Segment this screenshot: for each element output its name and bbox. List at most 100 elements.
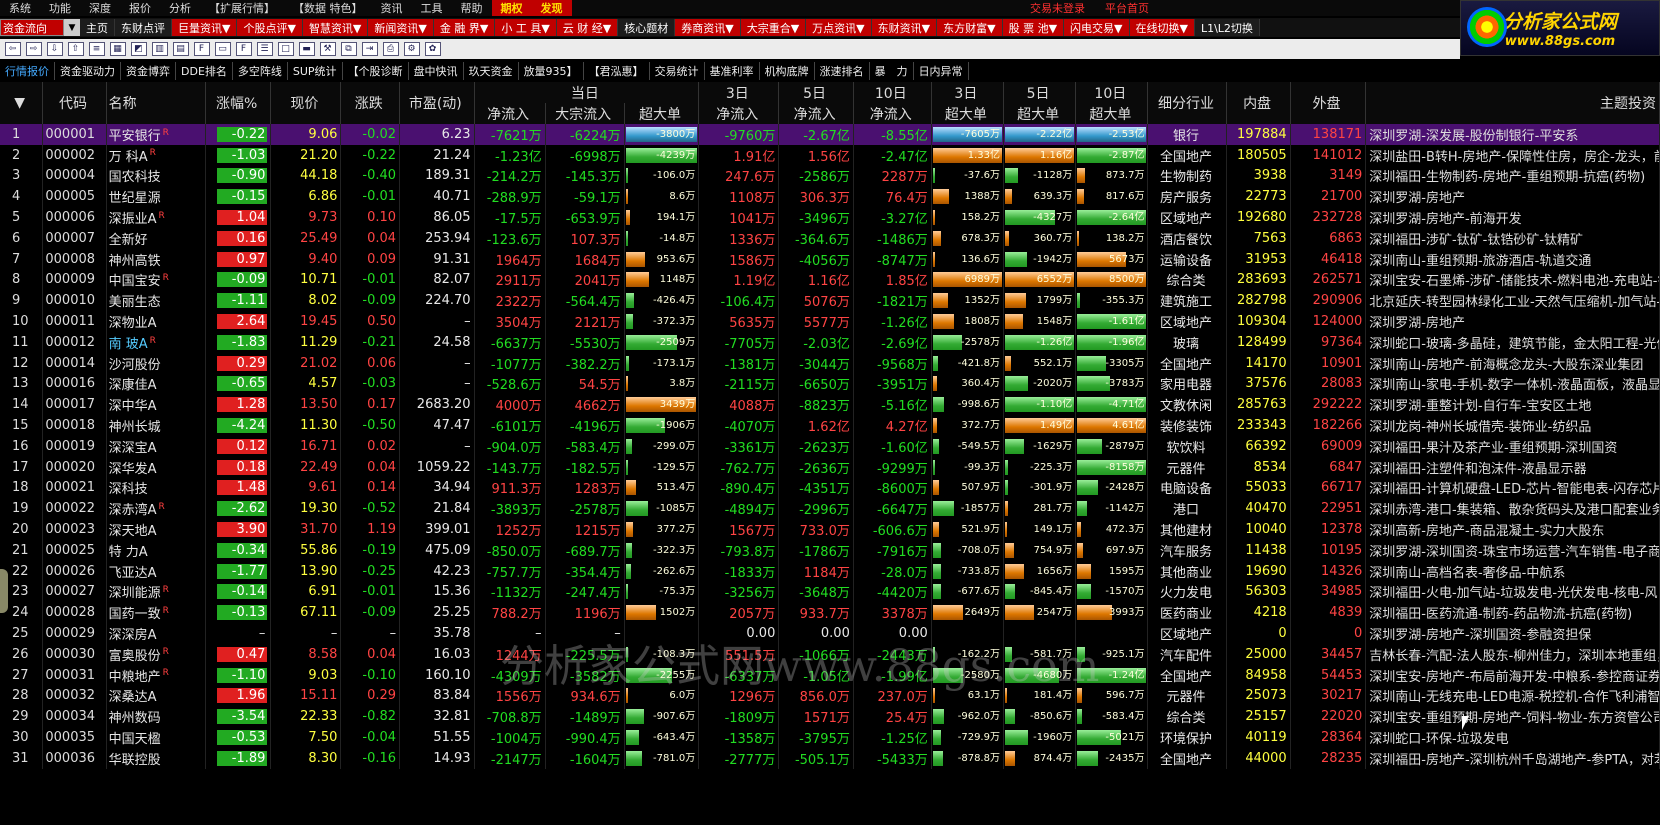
nav-item-15[interactable]: 股 票 池▼ — [1002, 19, 1065, 36]
nav-item-8[interactable]: 云 财 经▼ — [556, 19, 619, 36]
table-row[interactable]: 25 000029 深深房A – – –35.78– –0.00 0.00 0.00 区域地产 0 0… — [0, 623, 1660, 644]
down-icon[interactable]: ⇩ — [46, 42, 63, 56]
col-industry[interactable]: 细分行业 — [1147, 82, 1228, 124]
stock-name[interactable]: 中国宝安 R — [106, 269, 206, 291]
f10-icon[interactable]: F — [193, 42, 210, 56]
square-icon[interactable]: □ — [277, 42, 294, 56]
stock-name[interactable]: 深桑达A — [106, 685, 206, 707]
table-row[interactable]: 19 000022 深赤湾A R -2.62 19.30 -0.52 21.84 -3893万 -… — [0, 498, 1660, 520]
table-icon[interactable]: ▤ — [172, 42, 189, 56]
tab-9[interactable]: 放量935】 — [519, 61, 584, 80]
chevron-down-icon[interactable]: ▼ — [64, 19, 80, 36]
stock-name[interactable]: 南 玻A R — [106, 331, 206, 353]
table-row[interactable]: 6 000007 全新好 0.16 25.49 0.04 253.94 -123.6万 107.… — [0, 227, 1660, 249]
settings-icon[interactable]: ✿ — [424, 42, 441, 56]
stock-name[interactable]: 神州数码 — [106, 706, 206, 728]
col-net-in[interactable]: 净流入 — [474, 103, 546, 124]
menu-item-9[interactable]: 帮助 — [452, 0, 492, 16]
stock-name[interactable]: 国药一致 R — [106, 602, 206, 624]
nav-item-16[interactable]: 闪电交易▼ — [1064, 19, 1130, 36]
stock-name[interactable]: 深华发A — [106, 456, 206, 478]
menu-item-1[interactable]: 功能 — [40, 0, 80, 16]
doc-icon[interactable]: ▭ — [214, 42, 231, 56]
col-code[interactable]: 代码 — [42, 82, 107, 124]
stock-name[interactable]: 深圳能源 R — [106, 581, 206, 603]
copy-icon[interactable]: ⧉ — [340, 42, 357, 56]
table-row[interactable]: 30 000035 中国天楹 -0.53 7.50 -0.04 51.55 -1004万 -99… — [0, 727, 1660, 748]
tab-0[interactable]: 行情报价 — [0, 61, 55, 80]
candle-icon[interactable]: ▥ — [151, 42, 168, 56]
tab-12[interactable]: 基准利率 — [705, 61, 760, 80]
folder-icon[interactable]: ▬ — [298, 42, 315, 56]
menu-item-2[interactable]: 深度 — [80, 0, 120, 16]
print-icon[interactable]: ⎙ — [382, 42, 399, 56]
nav-item-10[interactable]: 券商资讯▼ — [675, 19, 741, 36]
tab-13[interactable]: 机构底牌 — [760, 61, 815, 80]
table-row[interactable]: 20 000023 深天地A 3.90 31.70 1.19 399.01 1252万 1215… — [0, 519, 1660, 540]
menu-highlight-0[interactable]: 期权 — [491, 0, 532, 16]
tab-8[interactable]: 玖天资金 — [464, 61, 519, 80]
stock-name[interactable]: 美丽生态 — [106, 290, 206, 312]
col-price[interactable]: 现价 — [270, 82, 342, 124]
table-row[interactable]: 16 000019 深深宝A 0.12 16.71 0.02– -904.0万 -583.4万… — [0, 435, 1660, 457]
menu-item-0[interactable]: 系统 — [0, 0, 40, 16]
login-status[interactable]: 交易未登录 — [1030, 0, 1085, 16]
menu-item-6[interactable]: 【数据 特色】 — [284, 0, 372, 16]
stock-name[interactable]: 平安银行 R — [106, 124, 206, 145]
col-superlarge-5d[interactable]: 超大单 — [1003, 103, 1077, 124]
tab-15[interactable]: 暴 力 — [870, 61, 914, 80]
grid-icon[interactable]: ▦ — [109, 42, 126, 56]
tab-6[interactable]: 【个股诊断 — [343, 61, 409, 80]
table-row[interactable]: 5 000006 深振业A R 1.04 9.73 0.10 86.05 -17.5万 -653.… — [0, 207, 1660, 228]
calc-icon[interactable]: ⚙ — [403, 42, 420, 56]
col-change[interactable]: 涨跌 — [340, 82, 401, 124]
nav-item-5[interactable]: 新闻资讯▼ — [368, 19, 434, 36]
list-icon[interactable]: ≡ — [88, 42, 105, 56]
export-icon[interactable]: ⇥ — [361, 42, 378, 56]
nav-item-4[interactable]: 智慧资讯▼ — [302, 19, 369, 36]
side-toggle-button[interactable] — [0, 569, 8, 613]
stock-name[interactable]: 深科技 — [106, 477, 206, 499]
table-row[interactable]: 1 000001 平安银行 R -0.22 9.06 -0.02 6.23 -7621万 -622… — [0, 124, 1660, 145]
menu-highlight-1[interactable]: 发现 — [531, 0, 572, 16]
table-row[interactable]: 8 000009 中国宝安 R -0.09 10.71 -0.01 82.07 2911万 204… — [0, 269, 1660, 291]
nav-item-14[interactable]: 东方财富▼ — [937, 19, 1003, 36]
stock-name[interactable]: 万 科A R — [106, 144, 206, 166]
stock-name[interactable]: 世纪星源 — [106, 186, 206, 208]
col-net-in-10d[interactable]: 净流入 — [853, 103, 932, 124]
tab-5[interactable]: SUP统计 — [288, 61, 343, 80]
col-net-in-3d[interactable]: 净流入 — [698, 103, 780, 124]
table-row[interactable]: 27 000031 中粮地产 R -1.10 9.03 -0.10 160.10 -4309万 -… — [0, 664, 1660, 686]
fund-flow-select[interactable]: 资金流向 — [0, 19, 64, 36]
col-superlarge-10d[interactable]: 超大单 — [1075, 103, 1149, 124]
col-name[interactable]: 名称 — [106, 82, 206, 124]
stock-name[interactable]: 深天地A — [106, 519, 206, 540]
nav-item-2[interactable]: 巨量资讯▼ — [172, 19, 238, 36]
forward-icon[interactable]: ⇨ — [25, 42, 42, 56]
tab-7[interactable]: 盘中快讯 — [409, 61, 464, 80]
col-outer[interactable]: 外盘 — [1290, 82, 1367, 124]
table-row[interactable]: 22 000026 飞亚达A -1.77 13.90 -0.25 42.23 -757.7万 -… — [0, 560, 1660, 582]
tab-4[interactable]: 多空阵线 — [233, 61, 288, 80]
table-row[interactable]: 15 000018 神州长城 -4.24 11.30 -0.50 47.47 -6101万 -4… — [0, 415, 1660, 436]
stock-name[interactable]: 深深房A — [106, 623, 206, 644]
table-row[interactable]: 24 000028 国药一致 R -0.13 67.11 -0.09 25.25 788.2万 1… — [0, 602, 1660, 624]
platform-home-link[interactable]: 平台首页 — [1105, 0, 1149, 16]
nav-item-0[interactable]: 主页 — [80, 19, 115, 36]
table-row[interactable]: 26 000030 富奥股份 R 0.47 8.58 0.04 16.03 1244万 -225.… — [0, 643, 1660, 665]
mark-icon[interactable]: ☰ — [256, 42, 273, 56]
tab-3[interactable]: DDE排名 — [176, 61, 233, 80]
table-row[interactable]: 31 000036 华联控股 -1.89 8.30 -0.16 14.93 -2147万 -16… — [0, 747, 1660, 769]
sort-arrow-icon[interactable]: ▼ — [0, 82, 44, 124]
table-row[interactable]: 17 000020 深华发A 0.18 22.49 0.04 1059.22 -143.7万 -… — [0, 456, 1660, 478]
table-row[interactable]: 14 000017 深中华A 1.28 13.50 0.17 2683.20 4000万 466… — [0, 394, 1660, 416]
nav-item-1[interactable]: 东财点评 — [115, 19, 172, 36]
stock-name[interactable]: 神州长城 — [106, 415, 206, 436]
nav-item-9[interactable]: 核心题材 — [618, 19, 676, 36]
stock-name[interactable]: 深赤湾A R — [106, 498, 206, 520]
nav-item-17[interactable]: 在线切换▼ — [1129, 19, 1195, 36]
table-row[interactable]: 13 000016 深康佳A -0.65 4.57 -0.03– -528.6万 54.5万 3… — [0, 373, 1660, 395]
menu-item-5[interactable]: 【扩展行情】 — [200, 0, 284, 16]
stock-name[interactable]: 富奥股份 R — [106, 643, 206, 665]
nav-item-18[interactable]: L1\L2切换 — [1194, 19, 1260, 36]
